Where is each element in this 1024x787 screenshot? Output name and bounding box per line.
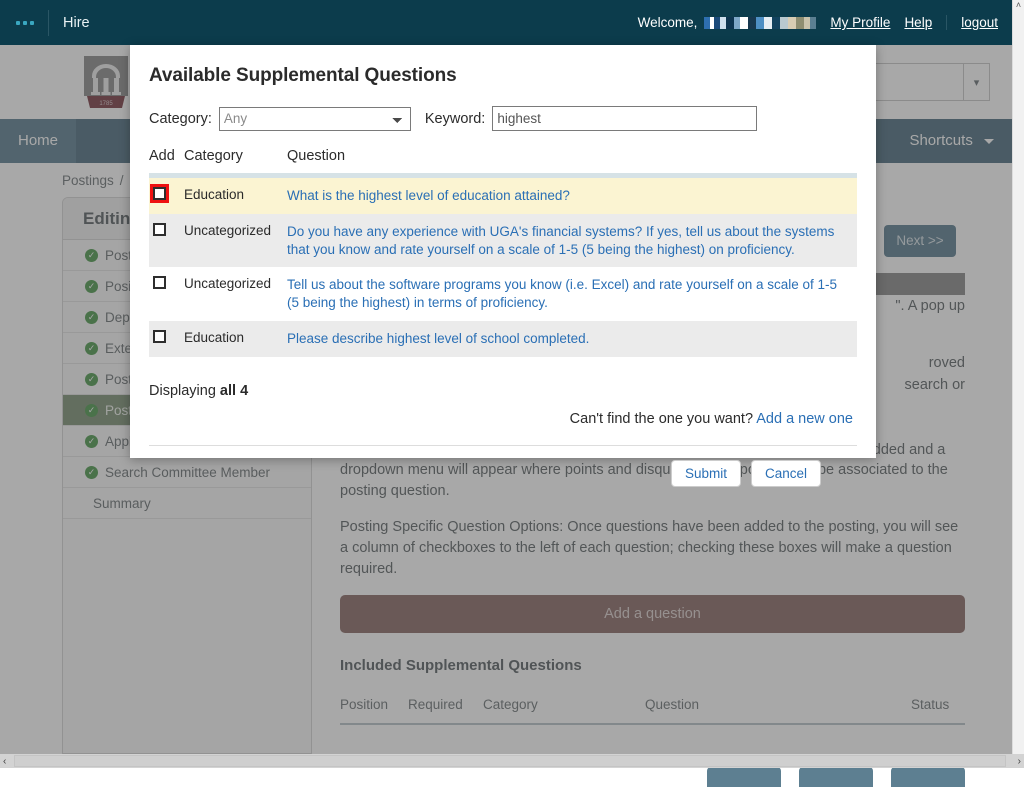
column-header-question: Question	[287, 148, 857, 164]
cancel-button[interactable]: Cancel	[751, 460, 821, 487]
row-1-category: Uncategorized	[184, 223, 287, 238]
help-link-fg[interactable]: Help	[904, 15, 932, 30]
app-brand-label-fg: Hire	[63, 15, 90, 31]
row-2-category: Uncategorized	[184, 276, 287, 291]
submit-button[interactable]: Submit	[671, 460, 741, 487]
scroll-right-arrow-icon[interactable]: ›	[1018, 756, 1021, 767]
horizontal-scrollbar[interactable]: ‹ ›	[0, 754, 1024, 768]
footer-button-2[interactable]	[799, 767, 873, 787]
add-a-new-one-link[interactable]: Add a new one	[756, 411, 853, 427]
displaying-count-text: Displaying all 4	[149, 383, 857, 399]
footer-button-1[interactable]	[707, 767, 781, 787]
table-row[interactable]: Education What is the highest level of e…	[149, 178, 857, 214]
row-1-question-link[interactable]: Do you have any experience with UGA's fi…	[287, 223, 857, 259]
row-0-question-link[interactable]: What is the highest level of education a…	[287, 187, 857, 205]
row-3-add-cell	[149, 330, 184, 343]
add-question-checkbox[interactable]	[153, 223, 166, 236]
find-prompt-text: Can't find the one you want?	[570, 411, 757, 427]
scroll-up-arrow-icon[interactable]: ˄	[1016, 0, 1021, 10]
column-header-category: Category	[184, 148, 287, 164]
displaying-prefix: Displaying	[149, 383, 220, 399]
horizontal-scrollbar-thumb[interactable]	[14, 755, 1006, 767]
modal-action-buttons: Submit Cancel	[149, 460, 857, 487]
row-0-add-cell	[149, 187, 184, 200]
top-bar-over-overlay: Hire Welcome, My Profile Help logout	[0, 0, 1012, 45]
username-redacted-fg	[704, 17, 816, 29]
displaying-count: all 4	[220, 383, 248, 399]
my-profile-link-fg[interactable]: My Profile	[830, 15, 890, 30]
table-row[interactable]: Education Please describe highest level …	[149, 321, 857, 357]
available-questions-header-row: Add Category Question	[149, 148, 857, 173]
add-new-question-prompt: Can't find the one you want? Add a new o…	[149, 411, 857, 427]
scroll-left-arrow-icon[interactable]: ‹	[3, 756, 6, 767]
keyword-label: Keyword:	[425, 111, 485, 127]
column-header-add: Add	[149, 148, 184, 164]
category-select[interactable]: Any	[219, 107, 411, 131]
welcome-label-fg: Welcome,	[638, 15, 698, 30]
footer-button-3[interactable]	[891, 767, 965, 787]
available-questions-table: Add Category Question Education What is …	[149, 148, 857, 357]
modal-title: Available Supplemental Questions	[149, 65, 857, 87]
category-label: Category:	[149, 111, 212, 127]
table-row[interactable]: Uncategorized Tell us about the software…	[149, 267, 857, 321]
add-question-checkbox[interactable]	[153, 276, 166, 289]
topbar-divider	[48, 10, 49, 36]
grid-dots-icon[interactable]	[16, 21, 42, 25]
add-question-checkbox[interactable]	[153, 330, 166, 343]
row-3-category: Education	[184, 330, 287, 345]
modal-filters: Category: Any Keyword:	[149, 106, 857, 131]
top-bar-foreground: Hire Welcome, My Profile Help logout	[0, 0, 1012, 45]
available-supplemental-questions-modal: Available Supplemental Questions Categor…	[130, 45, 876, 458]
table-row[interactable]: Uncategorized Do you have any experience…	[149, 214, 857, 268]
logout-link-fg[interactable]: logout	[946, 15, 998, 30]
topbar-right-group-fg: Welcome, My Profile Help logout	[638, 15, 1012, 30]
keyword-input[interactable]	[492, 106, 757, 131]
vertical-scrollbar[interactable]: ˄	[1012, 0, 1024, 754]
add-question-checkbox[interactable]	[153, 187, 166, 200]
footer-button-row	[340, 767, 965, 787]
row-0-category: Education	[184, 187, 287, 202]
row-1-add-cell	[149, 223, 184, 236]
row-2-add-cell	[149, 276, 184, 289]
modal-divider	[149, 445, 857, 446]
row-3-question-link[interactable]: Please describe highest level of school …	[287, 330, 857, 348]
row-2-question-link[interactable]: Tell us about the software programs you …	[287, 276, 857, 312]
